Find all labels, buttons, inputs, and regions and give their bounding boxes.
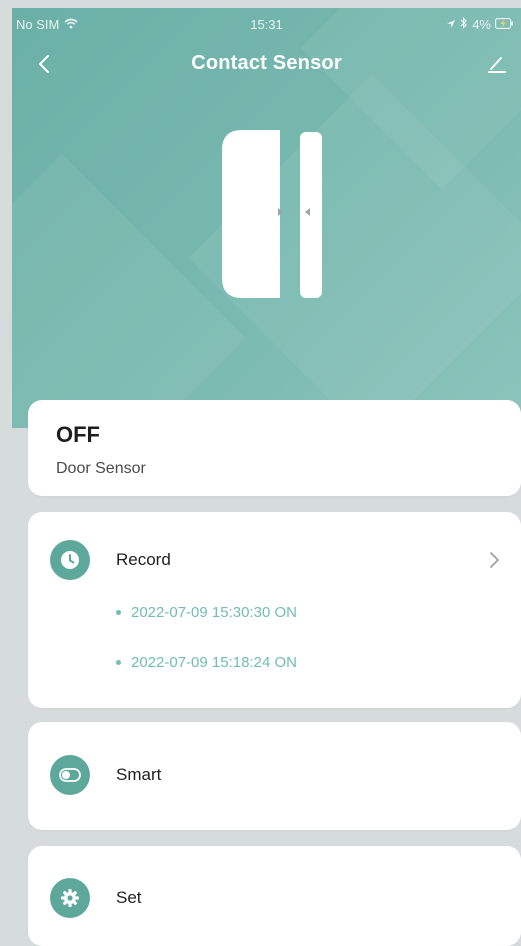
record-entry-text: 2022-07-09 15:30:30 ON xyxy=(131,604,297,621)
back-button[interactable] xyxy=(28,48,60,80)
battery-icon xyxy=(495,17,515,32)
record-entry-text: 2022-07-09 15:18:24 ON xyxy=(131,654,297,671)
record-label: Record xyxy=(116,550,171,569)
bullet-dot xyxy=(116,610,121,615)
battery-percent: 4% xyxy=(472,17,491,32)
record-card[interactable]: Record 2022-07-09 15:30:30 ON 2022-07-09… xyxy=(28,512,521,708)
wifi-icon xyxy=(64,17,78,32)
edit-button[interactable] xyxy=(481,48,513,80)
page-title: Contact Sensor xyxy=(191,52,342,74)
sensor-state: OFF xyxy=(56,422,100,447)
record-entry: 2022-07-09 15:18:24 ON xyxy=(116,654,297,671)
device-type-label: Door Sensor xyxy=(56,460,146,477)
gear-icon xyxy=(50,878,90,918)
status-bar: No SIM 15:31 4% xyxy=(12,8,521,40)
navigation-bar: Contact Sensor xyxy=(12,40,521,88)
chevron-right-icon xyxy=(490,552,500,568)
location-icon xyxy=(446,17,456,32)
set-card[interactable]: Set xyxy=(28,846,521,946)
sensor-status-card: OFF Door Sensor xyxy=(28,400,521,496)
pencil-icon xyxy=(488,57,506,73)
toggle-icon xyxy=(50,755,90,795)
contact-sensor-image xyxy=(220,128,330,300)
set-label: Set xyxy=(116,888,142,907)
carrier-label: No SIM xyxy=(16,17,60,32)
smart-label: Smart xyxy=(116,765,162,784)
bullet-dot xyxy=(116,660,121,665)
clock-icon xyxy=(50,540,90,580)
record-entry: 2022-07-09 15:30:30 ON xyxy=(116,604,297,621)
smart-card[interactable]: Smart xyxy=(28,722,521,830)
bluetooth-icon xyxy=(460,17,468,32)
chevron-left-icon xyxy=(39,55,49,73)
status-time: 15:31 xyxy=(250,17,283,32)
